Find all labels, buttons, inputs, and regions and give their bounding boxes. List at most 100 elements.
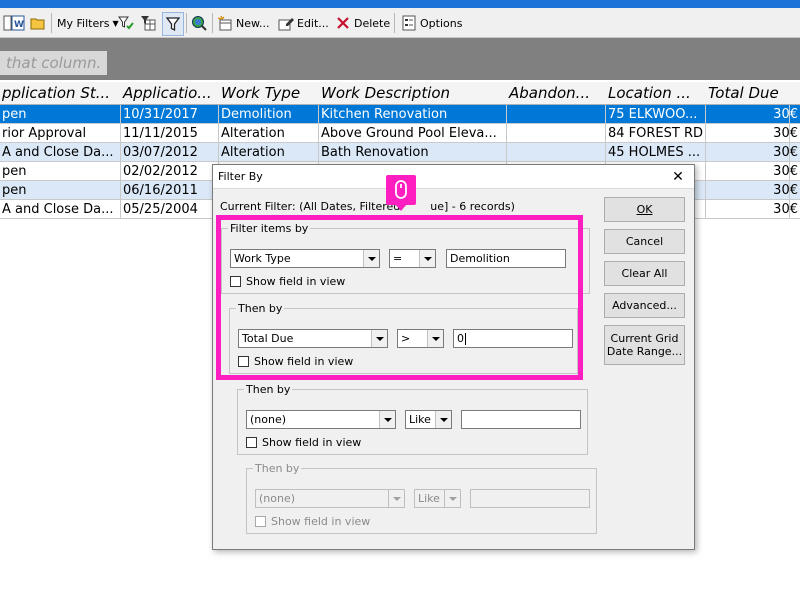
cell-next: 30€ bbox=[770, 162, 800, 181]
column-header-status[interactable]: pplication St... bbox=[0, 82, 124, 105]
group-by-area bbox=[0, 38, 800, 80]
toolbar-separator bbox=[186, 13, 187, 33]
cell-location: 84 FOREST RD bbox=[606, 124, 706, 143]
show-field-checkbox-3[interactable]: Show field in view bbox=[246, 436, 361, 449]
column-header-total-due[interactable]: Total Due bbox=[706, 82, 793, 105]
filter-value-input-4 bbox=[470, 489, 590, 508]
cell-work-description: Above Ground Pool Eleva... bbox=[319, 124, 507, 143]
show-field-label-3: Show field in view bbox=[262, 436, 362, 449]
filter-grid-icon bbox=[141, 16, 156, 31]
cell-next: 30€ bbox=[770, 143, 800, 162]
dialog-title: Filter By bbox=[218, 170, 263, 183]
new-button[interactable]: New... bbox=[217, 12, 269, 34]
cell-status: rior Approval bbox=[0, 124, 121, 143]
cell-application-date: 02/02/2012 bbox=[121, 162, 219, 181]
filter-value-input-3[interactable] bbox=[461, 410, 581, 429]
highlight-box bbox=[216, 215, 583, 380]
column-header-abandoned[interactable]: Abandon... bbox=[507, 82, 609, 105]
cell-status: pen bbox=[0, 181, 121, 200]
chevron-down-icon bbox=[379, 411, 395, 428]
filter-check-button[interactable] bbox=[118, 12, 134, 34]
filter-funnel-icon bbox=[165, 17, 181, 32]
cell-application-date: 05/25/2004 bbox=[121, 200, 219, 219]
then-by-legend-2: Then by bbox=[246, 383, 291, 396]
my-filters-menu[interactable]: My Filters ▼ bbox=[57, 12, 119, 34]
column-header-location[interactable]: Location ... bbox=[606, 82, 709, 105]
cell-work-type: Demolition bbox=[219, 105, 319, 124]
checkbox-icon bbox=[255, 516, 266, 527]
column-header-next[interactable] bbox=[790, 82, 800, 105]
filter-field-select-3[interactable]: (none) bbox=[246, 410, 396, 429]
then-by-legend-3: Then by bbox=[255, 462, 300, 475]
show-field-checkbox-4: Show field in view bbox=[255, 515, 370, 528]
edit-record-icon bbox=[278, 18, 294, 31]
svg-text:W: W bbox=[14, 20, 24, 30]
cell-location: 45 HOLMES ... bbox=[606, 143, 706, 162]
toolbar-separator bbox=[394, 13, 395, 33]
filter-grid-button[interactable] bbox=[140, 12, 156, 34]
cell-application-date: 11/11/2015 bbox=[121, 124, 219, 143]
date-range-label-line2: Date Range... bbox=[606, 345, 683, 358]
chevron-down-icon bbox=[388, 490, 404, 507]
current-filter-text: Current Filter: (All Dates, Filtered ue] … bbox=[220, 200, 515, 213]
close-icon[interactable]: ✕ bbox=[667, 167, 689, 187]
then-by-group-2: Then by (none) Like Show field in view bbox=[237, 383, 588, 455]
filter-field-select-4: (none) bbox=[255, 489, 405, 508]
cell-next: 30€ bbox=[770, 105, 800, 124]
word-icon: W bbox=[11, 15, 25, 31]
filter-operator-select-4: Like bbox=[414, 489, 461, 508]
cell-application-date: 06/16/2011 bbox=[121, 181, 219, 200]
cancel-button[interactable]: Cancel bbox=[604, 229, 685, 254]
column-header-application-date[interactable]: Applicatio... bbox=[121, 82, 222, 105]
date-range-label-line1: Current Grid bbox=[610, 332, 679, 345]
chevron-down-icon bbox=[435, 411, 451, 428]
table-row[interactable]: pen 10/31/2017 Demolition Kitchen Renova… bbox=[0, 105, 800, 124]
current-filter-left: Current Filter: (All Dates, Filtered bbox=[220, 200, 401, 213]
globe-search-icon bbox=[192, 16, 207, 31]
cell-work-description: Bath Renovation bbox=[319, 143, 507, 162]
filter-operator-value-4: Like bbox=[418, 492, 440, 505]
my-filters-label: My Filters bbox=[57, 16, 110, 30]
clear-all-label: Clear All bbox=[621, 267, 668, 280]
table-row[interactable]: A and Close Da... 03/07/2012 Alteration … bbox=[0, 143, 800, 162]
word-export-button[interactable]: W bbox=[10, 12, 26, 34]
cell-abandoned bbox=[507, 143, 606, 162]
advanced-label: Advanced... bbox=[612, 299, 677, 312]
cell-location: 75 ELKWOO... bbox=[606, 105, 706, 124]
edit-button[interactable]: Edit... bbox=[278, 12, 329, 34]
open-folder-button[interactable] bbox=[30, 12, 46, 34]
advanced-button[interactable]: Advanced... bbox=[604, 293, 685, 318]
ok-button[interactable]: OK bbox=[604, 197, 685, 222]
show-field-label-4: Show field in view bbox=[271, 515, 371, 528]
delete-button[interactable]: Delete bbox=[335, 12, 390, 34]
mouse-click-badge bbox=[386, 175, 416, 211]
mouse-icon bbox=[395, 180, 407, 199]
then-by-group-3: Then by (none) Like Show field in view bbox=[246, 462, 597, 534]
delete-label: Delete bbox=[354, 16, 391, 30]
cell-abandoned bbox=[507, 124, 606, 143]
cell-work-type: Alteration bbox=[219, 124, 319, 143]
cell-work-description: Kitchen Renovation bbox=[319, 105, 507, 124]
column-header-work-description[interactable]: Work Description bbox=[319, 82, 510, 105]
cell-abandoned bbox=[507, 105, 606, 124]
table-row[interactable]: rior Approval 11/11/2015 Alteration Abov… bbox=[0, 124, 800, 143]
options-button[interactable]: Options bbox=[401, 12, 462, 34]
delete-x-icon bbox=[337, 17, 349, 29]
cell-next: 30€ bbox=[770, 124, 800, 143]
dialog-title-bar[interactable]: Filter By ✕ bbox=[213, 165, 694, 189]
search-globe-button[interactable] bbox=[191, 12, 207, 34]
cell-status: pen bbox=[0, 105, 121, 124]
cell-application-date: 03/07/2012 bbox=[121, 143, 219, 162]
cell-status: pen bbox=[0, 162, 121, 181]
toolbar-separator bbox=[212, 13, 213, 33]
column-header-work-type[interactable]: Work Type bbox=[219, 82, 322, 105]
filter-by-button[interactable] bbox=[162, 12, 184, 36]
filter-operator-select-3[interactable]: Like bbox=[405, 410, 452, 429]
current-grid-date-range-button[interactable]: Current Grid Date Range... bbox=[604, 325, 685, 365]
cell-application-date: 10/31/2017 bbox=[121, 105, 219, 124]
checkbox-icon bbox=[246, 437, 257, 448]
clear-all-button[interactable]: Clear All bbox=[604, 261, 685, 286]
options-icon bbox=[402, 15, 416, 31]
cell-work-type: Alteration bbox=[219, 143, 319, 162]
filter-field-value-4: (none) bbox=[259, 492, 296, 505]
